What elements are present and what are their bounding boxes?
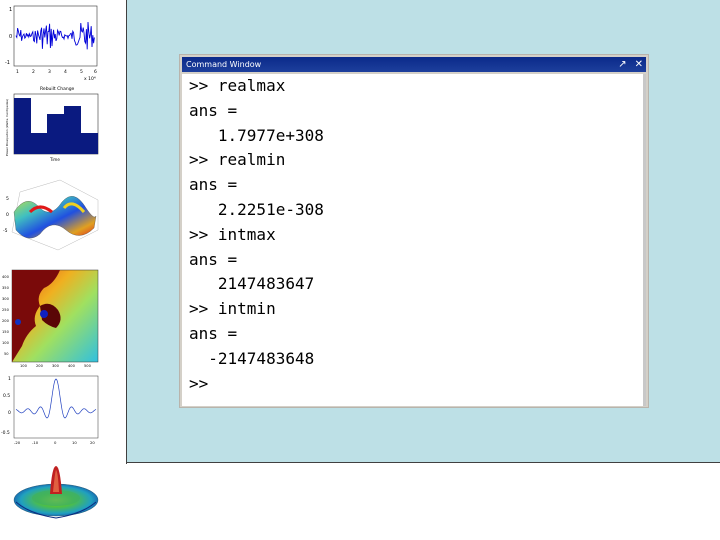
bar-plot-xlabel: Time [49, 157, 60, 162]
xtick: 300 [52, 364, 60, 368]
ytick: 350 [2, 286, 10, 290]
command-line: >> realmin [189, 150, 286, 170]
ytick-mid: 0 [9, 34, 12, 40]
sinc-plot-thumbnail: 1 0.5 0 -0.5 -20 -10 0 10 20 [1, 375, 99, 445]
thumbnail-strip: 1 0 -1 1 2 3 4 5 6 x 10⁴ Rebuilt Change … [0, 0, 110, 540]
ytick: 0.5 [3, 393, 10, 399]
xtick: 10 [72, 440, 77, 445]
close-icon[interactable]: ✕ [635, 57, 643, 72]
ytick: 400 [2, 275, 10, 279]
command-window-titlebar[interactable]: Command Window ↗ ✕ [182, 57, 646, 72]
command-window-title: Command Window [186, 60, 262, 69]
ytick-top: 1 [9, 7, 12, 13]
output-line: ans = [189, 100, 238, 120]
xtick: 20 [90, 440, 95, 445]
ytick-bot: -1 [5, 60, 10, 66]
output-line: 1.7977e+308 [189, 125, 324, 145]
output-line: ans = [189, 323, 238, 343]
ytick: 0 [8, 410, 11, 416]
console-output[interactable]: >> realmax ans = 1.7977e+308 >> realmin ans… [182, 74, 646, 406]
ytick: 100 [2, 341, 10, 345]
output-line: -2147483648 [189, 348, 315, 368]
undock-icon[interactable]: ↗ [618, 57, 626, 72]
membrane-logo-thumbnail [13, 466, 99, 519]
ytick: 250 [2, 308, 10, 312]
titlebar-buttons: ↗ ✕ [618, 57, 643, 72]
xtick: 4 [64, 69, 67, 75]
ytick: 300 [2, 297, 10, 301]
scrollbar[interactable] [643, 74, 646, 406]
xtick: 500 [84, 364, 92, 368]
command-line: >> intmax [189, 224, 276, 244]
xtick: 100 [20, 364, 28, 368]
output-line: ans = [189, 175, 238, 195]
ztick: -5 [3, 228, 8, 234]
xtick: 3 [48, 69, 51, 75]
ytick: 200 [2, 319, 10, 323]
command-window[interactable]: Command Window ↗ ✕ >> realmax ans = 1.797… [180, 55, 648, 407]
ztick: 0 [6, 212, 9, 218]
ytick: 50 [4, 352, 9, 356]
ytick: 150 [2, 330, 10, 334]
command-line: >> intmin [189, 299, 276, 319]
bar-plot-ylabel: Power Dissipation (Watts, Centipedes) [5, 99, 9, 156]
xtick: 400 [68, 364, 76, 368]
signal-plot-thumbnail: 1 0 -1 1 2 3 4 5 6 x 10⁴ [5, 5, 98, 82]
bar-plot-title: Rebuilt Change [40, 86, 75, 92]
output-line: 2147483647 [189, 274, 315, 294]
ytick: 1 [8, 376, 11, 382]
fractal-image-thumbnail: 400 350 300 250 200 150 100 50 100 200 3… [2, 269, 99, 368]
xtick: -10 [32, 440, 39, 445]
xtick: 5 [80, 69, 83, 75]
xtick: 200 [36, 364, 44, 368]
command-line: >> realmax [189, 76, 286, 95]
output-line: ans = [189, 249, 238, 269]
command-line: >> [189, 373, 209, 393]
xtick: -20 [14, 440, 21, 445]
ztick: 5 [6, 196, 9, 202]
bar-plot-thumbnail: Rebuilt Change Power Dissipation (Watts,… [5, 86, 99, 162]
output-line: 2.2251e-308 [189, 199, 324, 219]
xtick: 6 [94, 69, 97, 75]
axis-exponent: x 10⁴ [84, 76, 96, 82]
xtick: 2 [32, 69, 35, 75]
xtick: 1 [16, 69, 19, 75]
xtick: 0 [54, 440, 57, 445]
ytick: -0.5 [1, 430, 10, 436]
surface-plot-thumbnail: 5 0 -5 [3, 179, 99, 251]
